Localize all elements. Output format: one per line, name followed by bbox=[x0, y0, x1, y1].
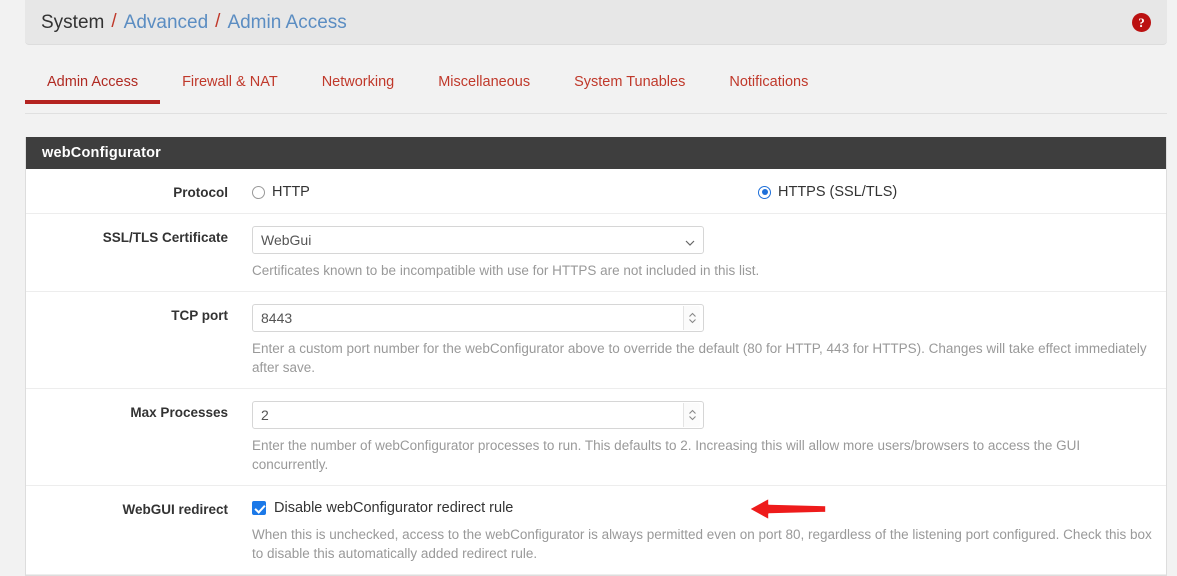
tab-firewall-nat[interactable]: Firewall & NAT bbox=[160, 66, 300, 104]
form-row-webgui-redirect: WebGUI redirect Disable webConfigurator … bbox=[26, 486, 1166, 575]
breadcrumb-item-admin-access[interactable]: Admin Access bbox=[227, 13, 346, 32]
protocol-control: HTTP HTTPS (SSL/TLS) bbox=[228, 181, 1166, 203]
spinner-updown-icon[interactable] bbox=[683, 402, 700, 427]
webgui-redirect-checkbox-row: Disable webConfigurator redirect rule bbox=[252, 497, 1152, 521]
tab-label: Admin Access bbox=[47, 74, 139, 90]
breadcrumb-separator: / bbox=[215, 11, 221, 32]
form-row-protocol: Protocol HTTP HTTPS (SSL/TLS) bbox=[26, 169, 1166, 214]
tab-label: Networking bbox=[321, 74, 395, 90]
certificate-selected-value: WebGui bbox=[261, 232, 312, 248]
spinner-updown-icon[interactable] bbox=[683, 305, 700, 330]
certificate-select[interactable]: WebGui bbox=[252, 226, 704, 254]
certificate-control: WebGui Certificates known to be incompat… bbox=[228, 226, 1166, 281]
max-processes-help-text: Enter the number of webConfigurator proc… bbox=[252, 437, 1081, 473]
protocol-radio-group: HTTP HTTPS (SSL/TLS) bbox=[252, 181, 1152, 203]
certificate-label: SSL/TLS Certificate bbox=[102, 230, 228, 245]
tab-admin-access[interactable]: Admin Access bbox=[25, 66, 161, 104]
tab-system-tunables[interactable]: System Tunables bbox=[552, 66, 707, 104]
tcp-port-help-text: Enter a custom port number for the webCo… bbox=[252, 340, 1147, 376]
radio-label-http: HTTP bbox=[272, 184, 310, 200]
tcp-port-control: 8443 Enter a custom port number for the … bbox=[228, 303, 1166, 378]
radio-option-http[interactable]: HTTP bbox=[252, 184, 310, 200]
tab-label: Miscellaneous bbox=[438, 74, 531, 90]
radio-unchecked-icon[interactable] bbox=[252, 185, 265, 199]
webconfigurator-panel: webConfigurator Protocol HTTP HTTPS (SSL… bbox=[25, 137, 1167, 576]
radio-label-https: HTTPS (SSL/TLS) bbox=[778, 184, 898, 200]
tab-label: Notifications bbox=[729, 74, 809, 90]
left-arrow-annotation-icon bbox=[747, 494, 829, 524]
tab-miscellaneous[interactable]: Miscellaneous bbox=[416, 66, 552, 104]
tab-notifications[interactable]: Notifications bbox=[707, 66, 830, 104]
chevron-down-icon[interactable] bbox=[685, 235, 695, 246]
max-processes-input[interactable]: 2 bbox=[252, 400, 704, 429]
webgui-redirect-control: Disable webConfigurator redirect rule Wh… bbox=[228, 497, 1166, 564]
form-row-certificate: SSL/TLS Certificate WebGui Certificates … bbox=[26, 214, 1166, 292]
max-processes-label: Max Processes bbox=[130, 404, 228, 420]
breadcrumb-item-advanced[interactable]: Advanced bbox=[124, 13, 209, 32]
webgui-redirect-help-text: When this is unchecked, access to the we… bbox=[252, 526, 1152, 562]
radio-checked-icon[interactable] bbox=[758, 185, 771, 199]
tcp-port-value: 8443 bbox=[261, 309, 293, 326]
tcp-port-label: TCP port bbox=[171, 307, 228, 323]
breadcrumb-item-system: System bbox=[41, 11, 105, 33]
tcp-port-input[interactable]: 8443 bbox=[252, 303, 704, 332]
max-processes-value: 2 bbox=[261, 406, 269, 423]
max-processes-control: 2 Enter the number of webConfigurator pr… bbox=[228, 400, 1166, 475]
breadcrumb-bar: System / Advanced / Admin Access ? bbox=[25, 0, 1167, 45]
help-circle-icon[interactable]: ? bbox=[1132, 12, 1151, 32]
protocol-label: Protocol bbox=[173, 185, 228, 200]
breadcrumb-separator: / bbox=[111, 11, 117, 32]
radio-option-https[interactable]: HTTPS (SSL/TLS) bbox=[758, 184, 897, 200]
tab-label: System Tunables bbox=[574, 74, 686, 90]
tab-bar: Admin Access Firewall & NAT Networking M… bbox=[25, 66, 1167, 114]
webgui-redirect-label: WebGUI redirect bbox=[122, 501, 228, 517]
panel-heading: webConfigurator bbox=[26, 137, 1166, 169]
tab-label: Firewall & NAT bbox=[182, 74, 278, 90]
checkbox-checked-icon[interactable] bbox=[252, 500, 266, 515]
webgui-redirect-checkbox-label[interactable]: Disable webConfigurator redirect rule bbox=[274, 500, 513, 516]
form-row-max-processes: Max Processes 2 Enter the number of webC… bbox=[26, 389, 1166, 486]
tab-networking[interactable]: Networking bbox=[300, 66, 417, 104]
certificate-help-text: Certificates known to be incompatible wi… bbox=[252, 263, 760, 278]
help-button[interactable]: ? bbox=[1132, 12, 1151, 32]
form-row-tcp-port: TCP port 8443 Enter a custom port number… bbox=[26, 292, 1166, 389]
